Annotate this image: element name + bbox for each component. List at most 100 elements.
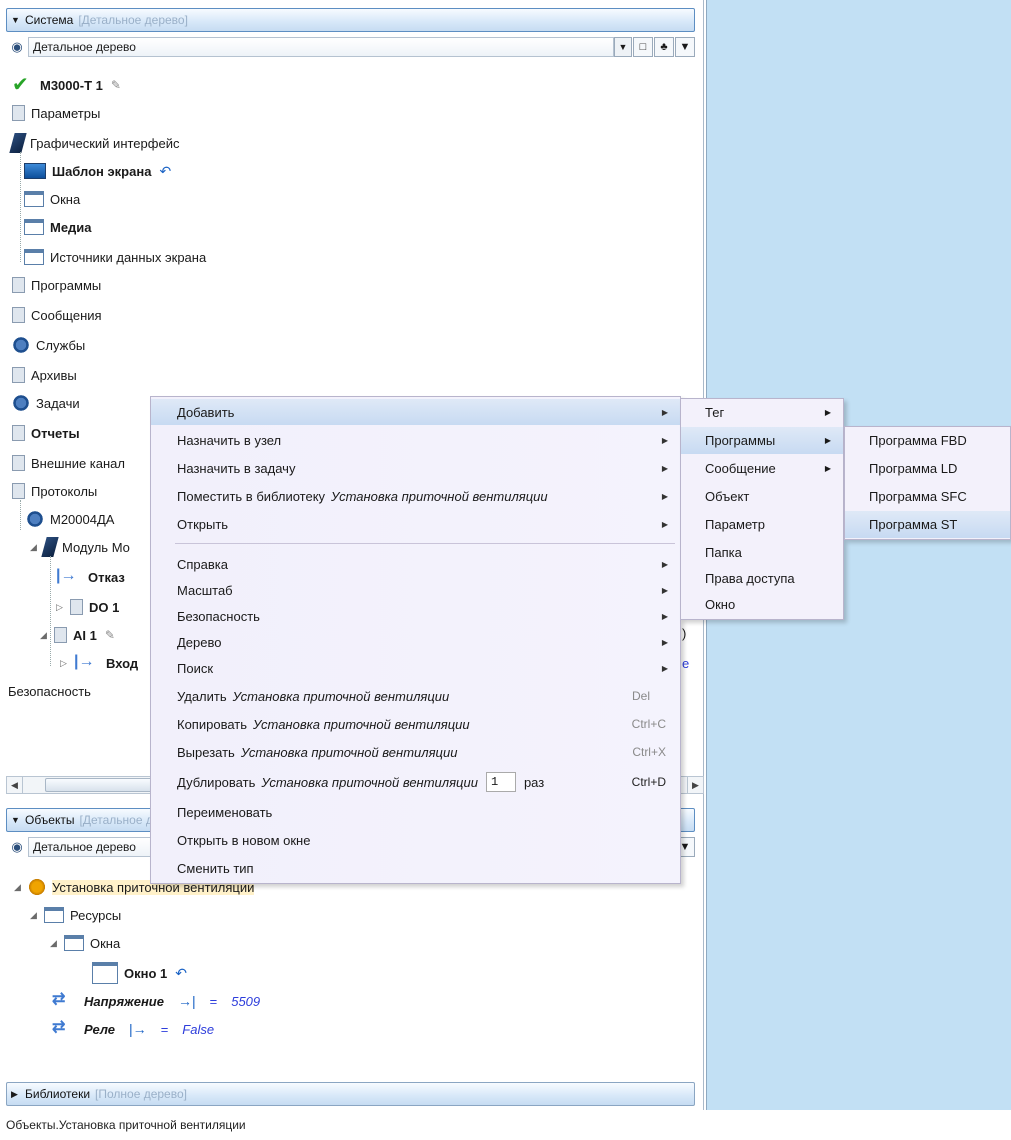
filter-icon[interactable]: ▼ [675,37,695,57]
expand-triangle-icon[interactable]: ▶ [11,1089,25,1100]
menu-item-open-new-window[interactable]: Открыть в новом окне [151,827,680,853]
submenu-item-object[interactable]: Объект [681,483,843,510]
obj-row-window1[interactable]: Окно 1 ↶ [92,960,187,986]
messages-icon [12,307,25,323]
expand-arrow-icon[interactable]: ◢ [14,882,28,893]
menu-item-assign-task[interactable]: Назначить в задачу ▶ [151,455,680,481]
submenu-item-access-rights[interactable]: Права доступа [681,565,843,592]
menu-item-scale[interactable]: Масштаб ▶ [151,577,680,603]
obj-row-relay[interactable]: ⇄ Реле |→ = False [52,1016,214,1042]
duplicate-count-input[interactable]: 1 [485,772,516,792]
submenu-item-window-label: Окно [705,597,736,612]
scroll-left-icon[interactable]: ◀ [7,777,23,793]
collapse-triangle-icon[interactable]: ▼ [11,15,25,25]
input-arrow-icon: →| [177,993,196,1009]
external-channels-icon [12,455,25,471]
return-arrow-icon: ↶ [175,964,187,981]
menu-item-search[interactable]: Поиск ▶ [151,655,680,681]
menu-item-tree-label: Дерево [177,634,222,650]
collapsed-arrow-icon[interactable]: ▷ [60,658,74,669]
menu-item-copy[interactable]: Копировать Установка приточной вентиляци… [151,711,680,737]
protocols-icon [12,483,25,499]
menu-item-duplicate[interactable]: Дублировать Установка приточной вентиляц… [151,769,680,795]
submenu-item-parameter[interactable]: Параметр [681,511,843,538]
partial-blue-text: е [682,650,689,676]
obj-row-voltage[interactable]: ⇄ Напряжение →| = 5509 [52,988,260,1014]
submenu-arrow-icon: ▶ [661,585,668,595]
tree-row-fault[interactable]: |→ Отказ [56,564,125,590]
tree-row-archives[interactable]: Архивы [12,362,77,388]
tree-row-security[interactable]: Безопасность [8,678,91,704]
expand-arrow-icon[interactable]: ◢ [50,938,64,949]
tree-row-protocols[interactable]: Протоколы [12,478,97,504]
scroll-right-icon[interactable]: ▶ [687,777,703,793]
menu-item-help[interactable]: Справка ▶ [151,551,680,577]
system-panel-header[interactable]: ▼ Система [Детальное дерево] [6,8,695,32]
tree-connector [20,152,21,262]
collapse-triangle-icon[interactable]: ▼ [11,815,25,825]
submenu-item-programs[interactable]: Программы ▶ [681,427,843,454]
tree-row-params[interactable]: Параметры [12,100,100,126]
hierarchy-icon[interactable]: ♣ [654,37,674,57]
expand-arrow-icon[interactable]: ◢ [40,630,54,641]
tree-row-services[interactable]: Службы [12,332,85,358]
menu-item-cut-object: Установка приточной вентиляции [240,744,458,760]
menu-item-put-library-label: Поместить в библиотеку [177,488,326,504]
monitor-icon [24,163,46,179]
menu-item-tree[interactable]: Дерево ▶ [151,629,680,655]
menu-item-rename[interactable]: Переименовать [151,799,680,825]
menu-item-delete[interactable]: Удалить Установка приточной вентиляции D… [151,683,680,709]
tree-row-ai1[interactable]: ◢ AI 1 ✎ [40,622,115,648]
libraries-panel-header[interactable]: ▶ Библиотеки [Полное дерево] [6,1082,695,1106]
tree-row-device[interactable]: M20004ДА [26,506,114,532]
eye-icon[interactable]: ◉ [6,839,28,855]
menu-item-put-library[interactable]: Поместить в библиотеку Установка приточн… [151,483,680,509]
tree-label-params: Параметры [31,105,101,121]
submenu-item-message[interactable]: Сообщение ▶ [681,455,843,482]
tree-row-reports[interactable]: Отчеты [12,420,80,446]
menu-item-security[interactable]: Безопасность ▶ [151,603,680,629]
tree-row-ext-channels[interactable]: Внешние канал [12,450,125,476]
menu-item-cut[interactable]: Вырезать Установка приточной вентиляции … [151,739,680,765]
tree-row-do1[interactable]: ▷ DO 1 [56,594,119,620]
window-icon [92,962,118,984]
submenu-item-tag[interactable]: Тег ▶ [681,399,843,426]
tree-label-do1: DO 1 [89,599,120,615]
submenu-item-ld[interactable]: Программа LD [845,455,1010,482]
tree-row-tasks[interactable]: Задачи [12,390,80,416]
menu-item-add[interactable]: Добавить ▶ [151,399,680,425]
menu-item-assign-node[interactable]: Назначить в узел ▶ [151,427,680,453]
obj-row-resources[interactable]: ◢ Ресурсы [30,902,121,928]
tree-row-root[interactable]: ✔ M3000-T 1 ✎ [12,72,121,98]
submenu-item-fbd[interactable]: Программа FBD [845,427,1010,454]
eye-icon[interactable]: ◉ [6,39,28,55]
submenu-item-folder[interactable]: Папка [681,539,843,566]
module-icon [41,537,59,557]
collapsed-arrow-icon[interactable]: ▷ [56,602,70,613]
submenu-item-window[interactable]: Окно [681,591,843,618]
tree-row-media[interactable]: Медиа [24,214,92,240]
scroll-thumb[interactable] [45,778,165,792]
menu-item-cut-label: Вырезать [177,744,235,760]
tree-label-module: Модуль Мо [62,539,130,555]
blank-page-icon[interactable]: □ [633,37,653,57]
obj-row-windows[interactable]: ◢ Окна [50,930,120,956]
menu-item-open[interactable]: Открыть ▶ [151,511,680,537]
resources-icon [44,907,64,923]
tree-row-screen-template[interactable]: Шаблон экрана ↶ [24,158,171,184]
submenu-item-sfc[interactable]: Программа SFC [845,483,1010,510]
tree-row-gui[interactable]: Графический интерфейс [9,130,179,156]
submenu-item-st[interactable]: Программа ST [845,511,1010,538]
tree-row-programs[interactable]: Программы [12,272,101,298]
tree-row-screen-data-sources[interactable]: Источники данных экрана [24,244,206,270]
expand-arrow-icon[interactable]: ◢ [30,910,44,921]
tree-row-module[interactable]: ◢ Модуль Мо [30,534,130,560]
obj-voltage-value: 5509 [231,993,261,1009]
tree-row-windows[interactable]: Окна [24,186,80,212]
data-source-icon [24,249,44,265]
dropdown-arrow-icon[interactable]: ▼ [614,37,632,57]
menu-item-change-type[interactable]: Сменить тип [151,855,680,881]
tree-row-messages[interactable]: Сообщения [12,302,102,328]
system-view-select[interactable]: Детальное дерево [28,37,614,57]
tree-row-input[interactable]: ▷ |→ Вход [60,650,138,676]
